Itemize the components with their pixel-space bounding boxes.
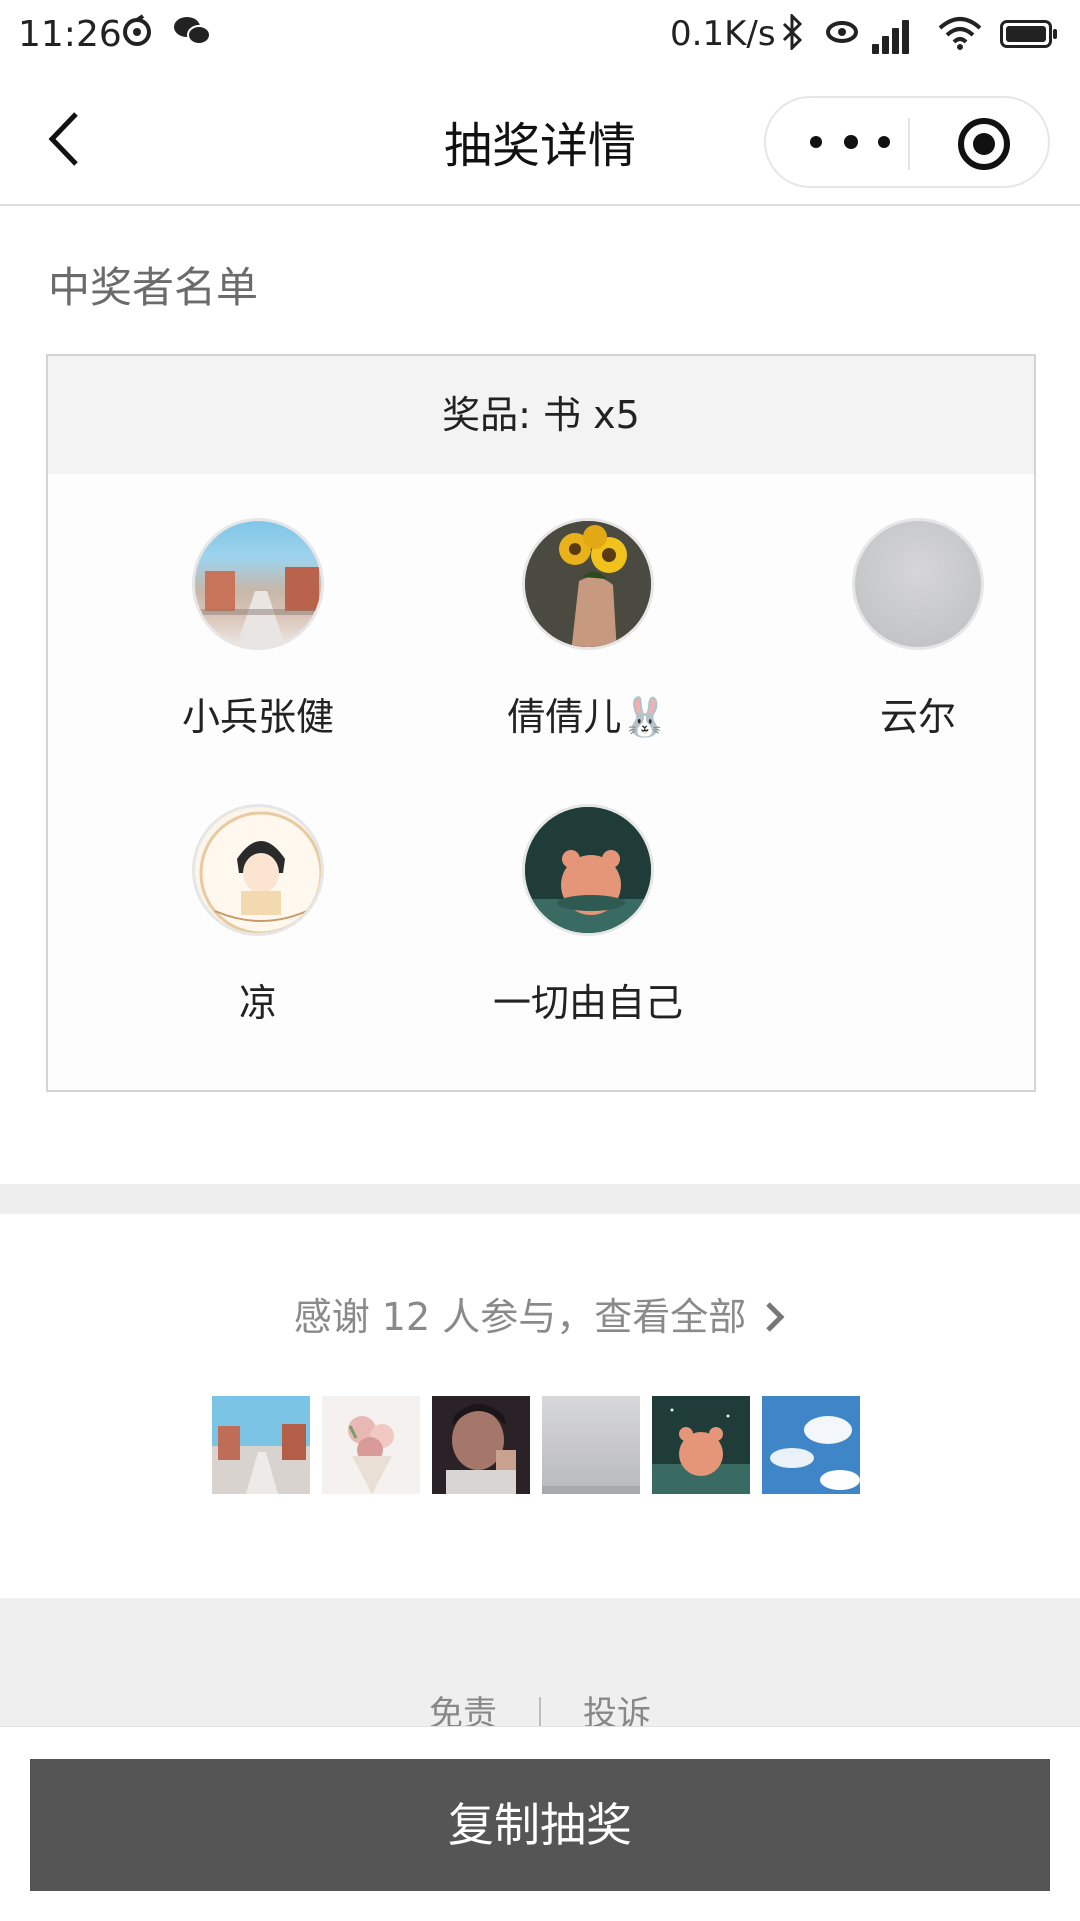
participant-avatar[interactable]: [432, 1396, 530, 1494]
avatar: [522, 804, 654, 936]
winner-name: 一切由自己: [492, 981, 683, 1025]
participant-avatar[interactable]: [322, 1396, 420, 1494]
winner-name: 凉: [238, 981, 277, 1025]
winner-name: 云尔: [879, 695, 956, 739]
wifi-icon: [938, 16, 982, 56]
wechat-icon: [172, 14, 212, 59]
thanks-text: 感谢 12 人参与，查看全部: [293, 1295, 747, 1339]
netease-music-icon: [120, 14, 154, 59]
avatar: [522, 518, 654, 650]
avatar: [192, 518, 324, 650]
status-bar: 11:26 0.1K/s: [0, 0, 1080, 76]
prize-label: 奖品: 书 x5: [48, 356, 1034, 474]
winner-item[interactable]: 小兵张健: [93, 518, 423, 741]
signal-icon: [872, 18, 924, 54]
participant-avatar[interactable]: [762, 1396, 860, 1494]
avatar: [192, 804, 324, 936]
more-dots-icon[interactable]: [806, 126, 896, 156]
winner-item[interactable]: 云尔: [753, 518, 1080, 741]
participant-avatar[interactable]: [212, 1396, 310, 1494]
winners-section-title: 中奖者名单: [48, 263, 259, 312]
target-close-icon[interactable]: [958, 118, 1010, 170]
capsule-divider: [908, 118, 910, 170]
bottom-action-bar: 复制抽奖: [0, 1726, 1080, 1921]
winner-item[interactable]: 一切由自己: [423, 804, 753, 1027]
nav-bar: 抽奖详情: [0, 76, 1080, 206]
winner-item[interactable]: 倩倩儿🐰: [423, 518, 753, 741]
chevron-right-icon: [766, 1302, 785, 1332]
view-all-participants-link[interactable]: 感谢 12 人参与，查看全部: [0, 1286, 1080, 1341]
participant-avatar[interactable]: [542, 1396, 640, 1494]
bluetooth-icon: [780, 12, 804, 61]
net-speed: 0.1K/s: [670, 14, 776, 54]
copy-lottery-button[interactable]: 复制抽奖: [30, 1759, 1050, 1891]
status-time: 11:26: [18, 14, 122, 55]
winner-name: 倩倩儿🐰: [507, 695, 669, 739]
avatar: [852, 518, 984, 650]
battery-icon: [1000, 20, 1057, 48]
alarm-icon: [824, 14, 860, 61]
section-divider: [0, 1184, 1080, 1214]
mini-program-capsule: [764, 96, 1050, 188]
winner-item[interactable]: 凉: [93, 804, 423, 1027]
winner-box: 奖品: 书 x5 小兵张健 倩倩儿🐰 云尔 凉 一切由自己: [46, 354, 1036, 1092]
winner-name: 小兵张健: [181, 695, 334, 739]
participant-avatar[interactable]: [652, 1396, 750, 1494]
